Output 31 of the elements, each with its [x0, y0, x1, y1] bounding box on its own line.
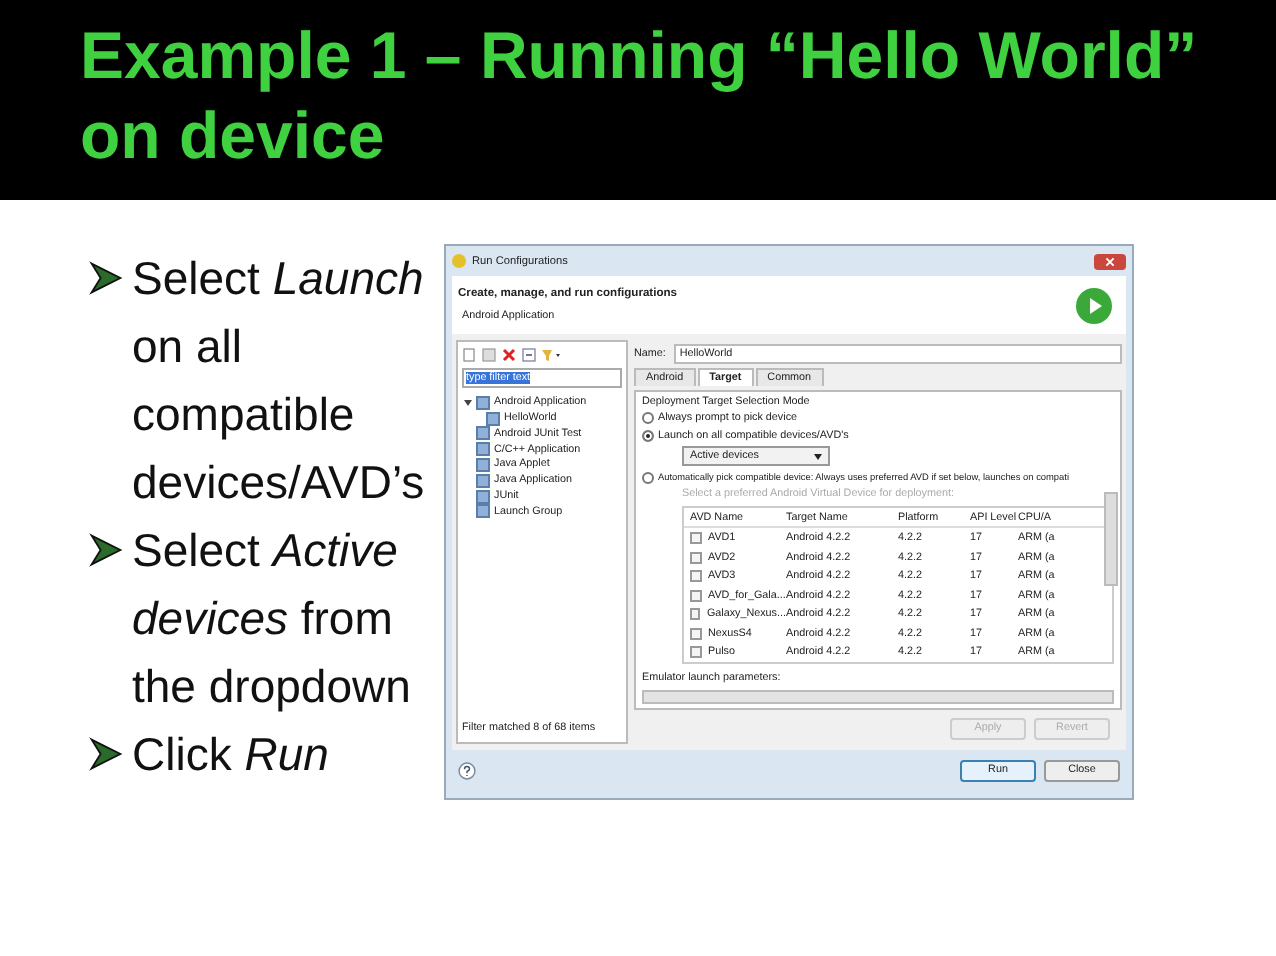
close-icon: [1104, 255, 1116, 268]
arrow-bullet-icon: [88, 260, 124, 296]
close-button[interactable]: [1094, 253, 1126, 270]
vertical-scrollbar[interactable]: [1104, 491, 1118, 586]
expand-toggle-icon[interactable]: [462, 398, 472, 407]
collapse-icon[interactable]: [522, 347, 536, 362]
arrow-bullet-icon: [88, 532, 124, 568]
radio-button[interactable]: [642, 429, 654, 442]
row-checkbox[interactable]: [690, 532, 702, 545]
filter-icon[interactable]: [542, 347, 562, 362]
row-checkbox[interactable]: [690, 551, 702, 564]
slide-title: Example 1 – Running “Hello World” on device: [80, 16, 1200, 176]
row-checkbox[interactable]: [690, 589, 702, 602]
horizontal-scrollbar[interactable]: [642, 689, 1114, 704]
bullet-text: Click Run: [132, 726, 329, 784]
row-checkbox[interactable]: [690, 646, 702, 659]
arrow-bullet-icon: [88, 736, 124, 772]
config-icon: [486, 411, 500, 426]
caret-icon: [814, 453, 822, 460]
help-icon[interactable]: [458, 761, 476, 780]
bullet-text: Select Active devices from the dropdown: [132, 522, 413, 716]
bullet-text: Select Launch on all compatible devices/AVD’s: [132, 250, 427, 512]
app-icon: [452, 254, 466, 269]
row-checkbox[interactable]: [690, 608, 701, 621]
radio-button[interactable]: [642, 412, 654, 425]
run-icon: [1074, 285, 1114, 326]
row-checkbox[interactable]: [690, 627, 702, 640]
config-type-icon: [476, 395, 490, 410]
row-checkbox[interactable]: [690, 570, 702, 583]
delete-icon[interactable]: [502, 347, 516, 362]
radio-button[interactable]: [642, 471, 654, 484]
